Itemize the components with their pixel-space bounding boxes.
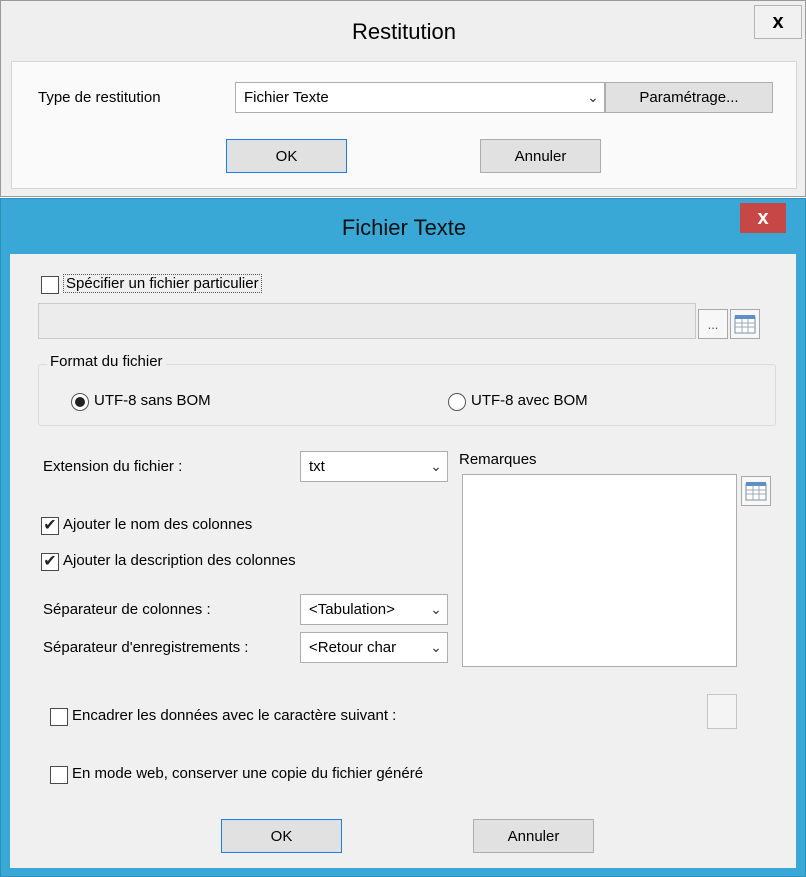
add-column-desc-label[interactable]: Ajouter la description des colonnes xyxy=(63,552,296,569)
utf8-avec-bom-radio[interactable] xyxy=(448,393,466,411)
record-separator-label: Séparateur d'enregistrements : xyxy=(43,639,249,656)
fichier-texte-dialog: Fichier Texte x Spécifier un fichier par… xyxy=(0,198,806,877)
browse-button[interactable]: ... xyxy=(698,309,728,339)
remarks-textarea[interactable] xyxy=(462,474,737,667)
type-restitution-value: Fichier Texte xyxy=(244,89,329,106)
record-separator-select[interactable]: <Retour char ⌄ xyxy=(300,632,448,663)
web-copy-label[interactable]: En mode web, conserver une copie du fich… xyxy=(72,765,423,782)
frame-data-checkbox[interactable] xyxy=(50,708,68,726)
fichier-texte-title: Fichier Texte xyxy=(341,215,467,240)
remarks-calendar-icon[interactable] xyxy=(741,476,771,506)
utf8-avec-bom-label[interactable]: UTF-8 avec BOM xyxy=(471,392,588,409)
dropdown-arrow-icon: ⌄ xyxy=(430,639,442,655)
fichier-texte-body: Spécifier un fichier particulier ... For… xyxy=(10,254,796,868)
specify-file-checkbox[interactable] xyxy=(41,276,59,294)
column-separator-value: <Tabulation> xyxy=(309,601,395,618)
web-copy-checkbox[interactable] xyxy=(50,766,68,784)
column-separator-label: Séparateur de colonnes : xyxy=(43,601,211,618)
extension-label: Extension du fichier : xyxy=(43,458,183,475)
fichier-texte-cancel-button[interactable]: Annuler xyxy=(473,819,594,853)
restitution-dialog: Restitution x Type de restitution Fichie… xyxy=(0,0,806,197)
extension-select[interactable]: txt ⌄ xyxy=(300,451,448,482)
radio-dot-icon xyxy=(75,397,85,407)
file-path-input[interactable] xyxy=(38,303,696,339)
type-restitution-select[interactable]: Fichier Texte ⌄ xyxy=(235,82,605,113)
format-group-label: Format du fichier xyxy=(47,353,166,370)
restitution-title: Restitution xyxy=(352,19,456,44)
utf8-sans-bom-radio[interactable] xyxy=(71,393,89,411)
type-restitution-label: Type de restitution xyxy=(38,89,161,106)
column-separator-select[interactable]: <Tabulation> ⌄ xyxy=(300,594,448,625)
restitution-cancel-button[interactable]: Annuler xyxy=(480,139,601,173)
frame-data-label[interactable]: Encadrer les données avec le caractère s… xyxy=(72,707,396,724)
restitution-body xyxy=(11,61,797,189)
fichier-texte-close-button[interactable]: x xyxy=(740,203,786,233)
add-column-names-label[interactable]: Ajouter le nom des colonnes xyxy=(63,516,252,533)
frame-char-input[interactable] xyxy=(707,694,737,729)
utf8-sans-bom-label[interactable]: UTF-8 sans BOM xyxy=(94,392,211,409)
record-separator-value: <Retour char xyxy=(309,639,397,656)
dropdown-arrow-icon: ⌄ xyxy=(587,89,599,105)
fichier-texte-ok-button[interactable]: OK xyxy=(221,819,342,853)
extension-value: txt xyxy=(309,458,325,475)
add-column-names-checkbox[interactable]: ✔ xyxy=(41,517,59,535)
dropdown-arrow-icon: ⌄ xyxy=(430,601,442,617)
remarks-label: Remarques xyxy=(459,451,537,468)
restitution-ok-button[interactable]: OK xyxy=(226,139,347,173)
parametrage-button[interactable]: Paramétrage... xyxy=(605,82,773,113)
checkmark-icon: ✔ xyxy=(43,517,57,534)
checkmark-icon: ✔ xyxy=(43,553,57,570)
add-column-desc-checkbox[interactable]: ✔ xyxy=(41,553,59,571)
restitution-close-button[interactable]: x xyxy=(754,5,802,39)
specify-file-label[interactable]: Spécifier un fichier particulier xyxy=(63,274,262,293)
dropdown-arrow-icon: ⌄ xyxy=(430,458,442,474)
calendar-icon[interactable] xyxy=(730,309,760,339)
